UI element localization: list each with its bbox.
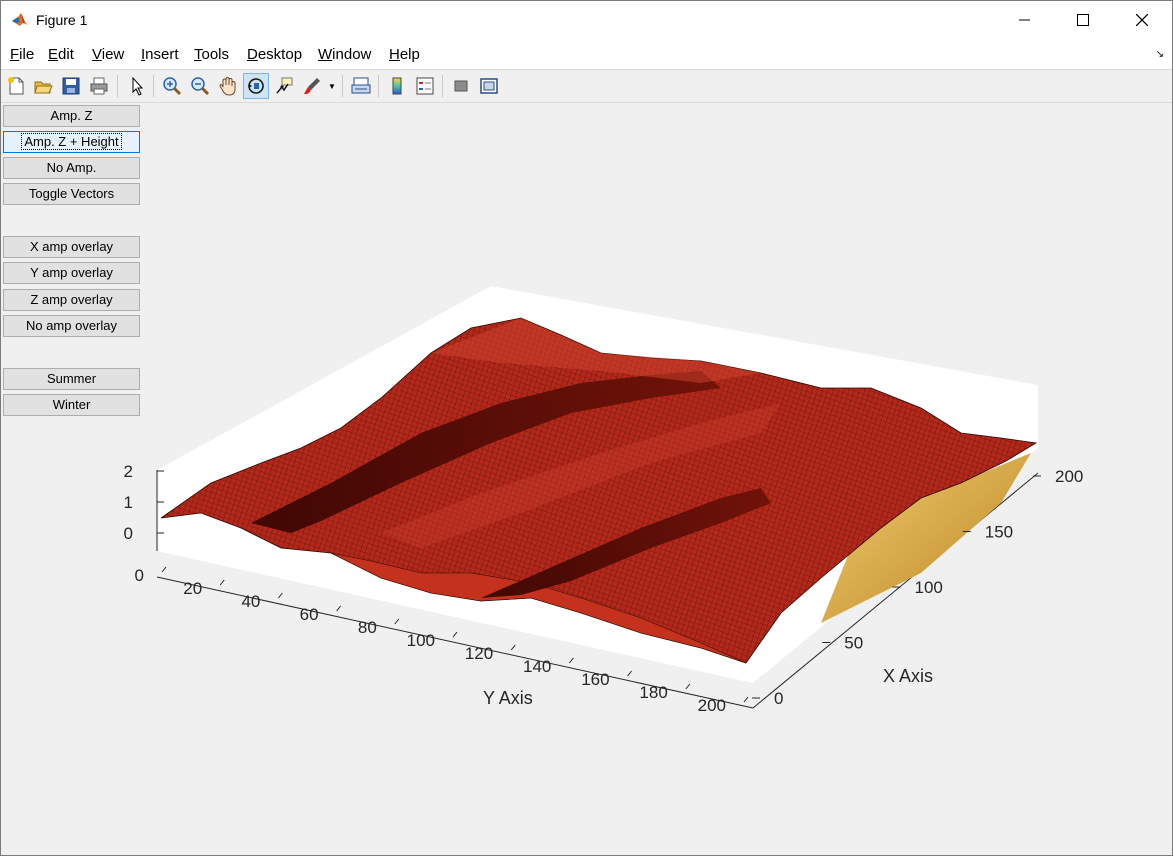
- minimize-icon: [1019, 19, 1030, 21]
- dock-figure-icon[interactable]: ↘: [1156, 49, 1164, 60]
- toolbar-separator: [442, 75, 443, 97]
- window-title: Figure 1: [36, 12, 88, 28]
- brush-icon[interactable]: [299, 73, 325, 99]
- edit-plot-arrow-icon[interactable]: [124, 73, 150, 99]
- tick-mark: [161, 566, 167, 573]
- save-icon[interactable]: [58, 73, 84, 99]
- y-tick-label: 200: [698, 696, 726, 715]
- x-tick-label: 0: [774, 689, 783, 708]
- y-tick-label: 180: [639, 683, 667, 702]
- figure-toolbar: ▼: [1, 70, 1172, 103]
- x-tick-label: 50: [844, 634, 863, 653]
- x-tick-label: 150: [985, 523, 1013, 542]
- y-tick-label: 20: [183, 579, 202, 598]
- show-plot-tools-icon[interactable]: [476, 73, 502, 99]
- tick-mark: [510, 644, 516, 651]
- tick-mark: [219, 579, 225, 586]
- tick-mark: [278, 592, 283, 599]
- toolbar-separator: [117, 75, 118, 97]
- y-tick-label: 0: [135, 566, 144, 585]
- y-tick-label: 100: [407, 631, 435, 650]
- y-tick-label: 60: [300, 605, 319, 624]
- link-plot-icon[interactable]: [348, 73, 374, 99]
- hide-plot-tools-icon[interactable]: [448, 73, 474, 99]
- y-tick-label: 80: [358, 618, 377, 637]
- z-tick-label: 0: [124, 524, 133, 543]
- x-tick-label: 200: [1055, 467, 1083, 486]
- colorbar-icon[interactable]: [384, 73, 410, 99]
- tick-mark: [336, 605, 341, 612]
- menu-window[interactable]: Window: [318, 46, 371, 63]
- close-button[interactable]: [1113, 1, 1171, 39]
- figure-window: Figure 1 File Edit View Insert Tools Des…: [0, 0, 1173, 856]
- tick-mark: [627, 670, 632, 677]
- zoom-in-icon[interactable]: [159, 73, 185, 99]
- toolbar-separator: [342, 75, 343, 97]
- print-icon[interactable]: [86, 73, 112, 99]
- brush-dropdown-icon[interactable]: ▼: [328, 82, 336, 91]
- tick-mark: [452, 631, 458, 638]
- maximize-button[interactable]: [1054, 1, 1112, 39]
- y-tick-label: 40: [241, 592, 260, 611]
- toolbar-separator: [153, 75, 154, 97]
- close-icon: [1136, 14, 1148, 26]
- y-tick-label: 160: [581, 670, 609, 689]
- tick-mark: [394, 618, 400, 625]
- tick-mark: [569, 657, 574, 664]
- y-tick-label: 120: [465, 644, 493, 663]
- new-figure-icon[interactable]: [3, 73, 29, 99]
- x-axis-label: X Axis: [883, 666, 933, 686]
- z-tick-label: 2: [124, 462, 133, 481]
- maximize-icon: [1077, 14, 1089, 26]
- y-axis-label: Y Axis: [483, 688, 533, 708]
- menu-bar: File Edit View Insert Tools Desktop Wind…: [1, 39, 1172, 70]
- open-file-icon[interactable]: [30, 73, 56, 99]
- menu-view[interactable]: View: [92, 46, 124, 63]
- tick-mark: [743, 696, 749, 703]
- legend-icon[interactable]: [412, 73, 438, 99]
- menu-insert[interactable]: Insert: [141, 46, 179, 63]
- menu-desktop[interactable]: Desktop: [247, 46, 302, 63]
- surface-plot-axes[interactable]: 0 1 2 0 20 40 60 80 100 120 140 160 180 200 0 50 100 15…: [1, 103, 1172, 823]
- data-cursor-icon[interactable]: [271, 73, 297, 99]
- rotate-3d-icon[interactable]: [243, 73, 269, 99]
- pan-hand-icon[interactable]: [215, 73, 241, 99]
- menu-file[interactable]: File: [10, 46, 34, 63]
- tick-mark: [685, 683, 691, 690]
- title-bar[interactable]: Figure 1: [1, 1, 1172, 39]
- y-tick-label: 140: [523, 657, 551, 676]
- matlab-logo-icon: [11, 10, 29, 28]
- menu-edit[interactable]: Edit: [48, 46, 74, 63]
- x-tick-label: 100: [915, 578, 943, 597]
- minimize-button[interactable]: [996, 1, 1054, 39]
- zoom-out-icon[interactable]: [187, 73, 213, 99]
- z-tick-label: 1: [124, 493, 133, 512]
- menu-help[interactable]: Help: [389, 46, 420, 63]
- menu-tools[interactable]: Tools: [194, 46, 229, 63]
- toolbar-separator: [378, 75, 379, 97]
